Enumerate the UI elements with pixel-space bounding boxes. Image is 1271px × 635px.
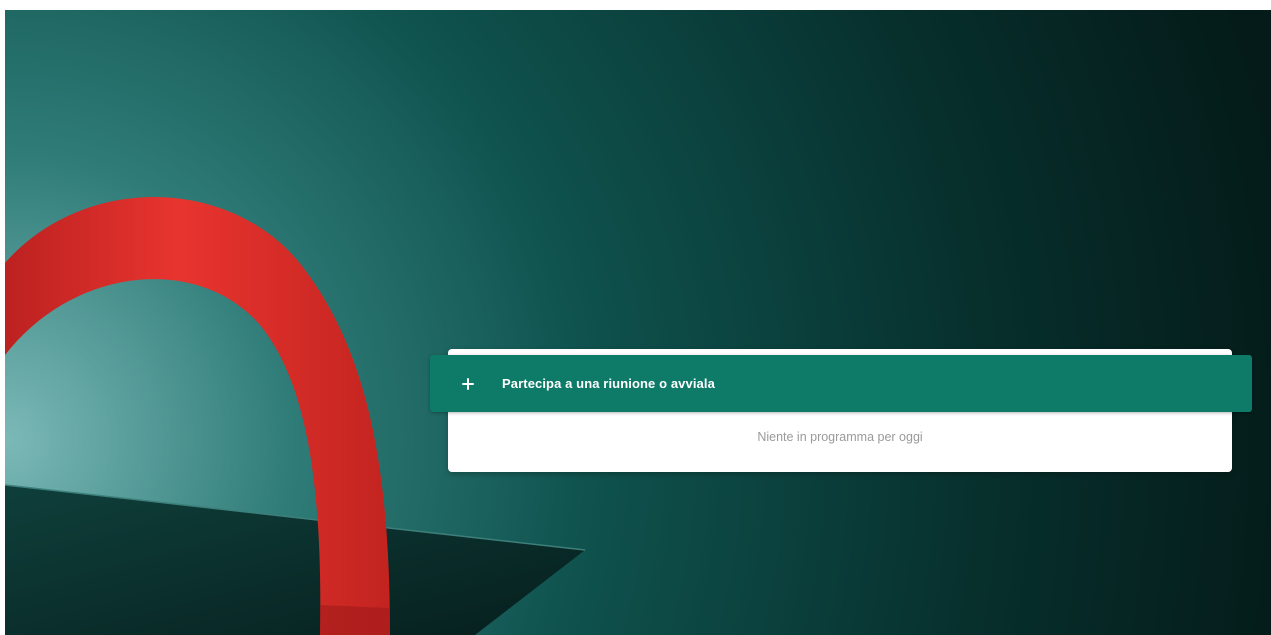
- meeting-home-screen: Partecipa a una riunione o avviala Nient…: [5, 10, 1271, 635]
- plus-icon: [461, 377, 475, 391]
- ring-shadow: [320, 605, 390, 635]
- join-or-start-meeting-label: Partecipa a una riunione o avviala: [502, 376, 715, 391]
- join-or-start-meeting-button[interactable]: Partecipa a una riunione o avviala: [430, 355, 1252, 412]
- background-illustration: [5, 10, 1271, 635]
- no-meetings-message: Niente in programma per oggi: [757, 430, 923, 444]
